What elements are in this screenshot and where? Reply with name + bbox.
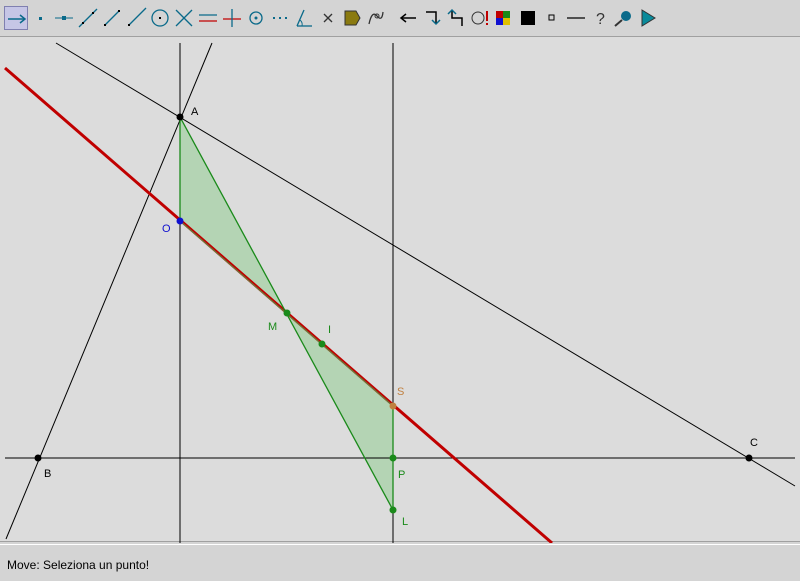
macro-icon — [471, 11, 488, 25]
color-palette-icon — [496, 11, 510, 25]
label-B: B — [44, 468, 51, 480]
point-O[interactable] — [176, 217, 184, 225]
polygon-tool-button[interactable] — [340, 6, 364, 30]
undo-tool-button[interactable] — [396, 6, 420, 30]
circle-icon — [151, 9, 169, 27]
small-square-icon — [548, 14, 555, 21]
magnifier-icon — [614, 11, 631, 27]
svg-text:?: ? — [596, 11, 605, 28]
parallel-tool-button[interactable] — [196, 6, 220, 30]
intersection-tool-button[interactable] — [172, 6, 196, 30]
label-P: P — [398, 469, 405, 481]
back-icon — [447, 8, 463, 26]
circle-tool-button[interactable] — [148, 6, 172, 30]
move-arrow-icon — [8, 14, 27, 24]
point-A[interactable] — [176, 113, 184, 121]
play-tool-button[interactable] — [636, 6, 660, 30]
label-C: C — [750, 437, 758, 449]
move-tool-button[interactable] — [4, 6, 28, 30]
label-O: O — [162, 223, 171, 235]
zoom-tool-button[interactable] — [612, 6, 636, 30]
delete-x-icon — [323, 13, 333, 23]
label-A: A — [191, 106, 199, 118]
intersect-icon — [175, 9, 193, 27]
midpoint-tool-button[interactable] — [244, 6, 268, 30]
perpendicular-icon — [223, 9, 241, 27]
new-point-tool-button[interactable] — [28, 6, 52, 30]
ray-icon — [128, 7, 147, 26]
point-on-line-tool-button[interactable] — [52, 6, 76, 30]
segment-tool-button[interactable] — [100, 6, 124, 30]
midpoint-icon — [249, 11, 263, 25]
point-P[interactable] — [389, 454, 397, 462]
point-C[interactable] — [745, 454, 753, 462]
dotted-icon — [273, 17, 287, 19]
fill-tool-button[interactable] — [516, 6, 540, 30]
drawing-canvas[interactable]: A B C O M I S P L — [0, 36, 800, 543]
red-line-OS[interactable] — [4, 66, 553, 543]
undo-arrow-icon — [399, 13, 416, 23]
fill-square-icon — [521, 11, 535, 25]
line-icon — [78, 8, 98, 28]
point-on-line-icon — [55, 16, 73, 20]
back-tool-button[interactable] — [444, 6, 468, 30]
question-icon: ? — [596, 11, 605, 28]
status-bar: Move: Seleziona un punto! — [0, 544, 800, 581]
label-I: I — [328, 324, 331, 336]
redo-icon — [426, 11, 441, 26]
label-L: L — [402, 516, 408, 528]
geometry-svg[interactable]: A B C O M I S P L — [0, 37, 800, 543]
locus-icon — [368, 11, 384, 25]
line-style-icon — [567, 17, 585, 19]
macro-tool-button[interactable] — [468, 6, 492, 30]
help-tool-button[interactable]: ? — [588, 6, 612, 30]
line-style-tool-button[interactable] — [564, 6, 588, 30]
delete-tool-button[interactable] — [316, 6, 340, 30]
label-S: S — [397, 386, 404, 398]
perpendicular-tool-button[interactable] — [220, 6, 244, 30]
point-icon — [39, 17, 42, 20]
play-triangle-icon — [641, 9, 656, 27]
point-I[interactable] — [318, 340, 326, 348]
line-AC[interactable] — [55, 42, 796, 487]
point-S[interactable] — [389, 402, 397, 410]
segment-icon — [104, 10, 120, 26]
ray-tool-button[interactable] — [124, 6, 148, 30]
angle-icon — [296, 9, 312, 27]
point-M[interactable] — [283, 309, 291, 317]
point-L[interactable] — [389, 506, 397, 514]
redo-tool-button[interactable] — [420, 6, 444, 30]
line-tool-button[interactable] — [76, 6, 100, 30]
toolbar: ? — [0, 0, 800, 36]
parallel-icon — [199, 14, 217, 22]
point-B[interactable] — [34, 454, 42, 462]
locus-tool-button[interactable] — [364, 6, 388, 30]
label-M: M — [268, 321, 277, 333]
status-message: Move: Seleziona un punto! — [7, 558, 150, 572]
color-tool-button[interactable] — [492, 6, 516, 30]
dotted-line-tool-button[interactable] — [268, 6, 292, 30]
angle-tool-button[interactable] — [292, 6, 316, 30]
polygon-icon — [344, 10, 361, 26]
point-style-tool-button[interactable] — [540, 6, 564, 30]
